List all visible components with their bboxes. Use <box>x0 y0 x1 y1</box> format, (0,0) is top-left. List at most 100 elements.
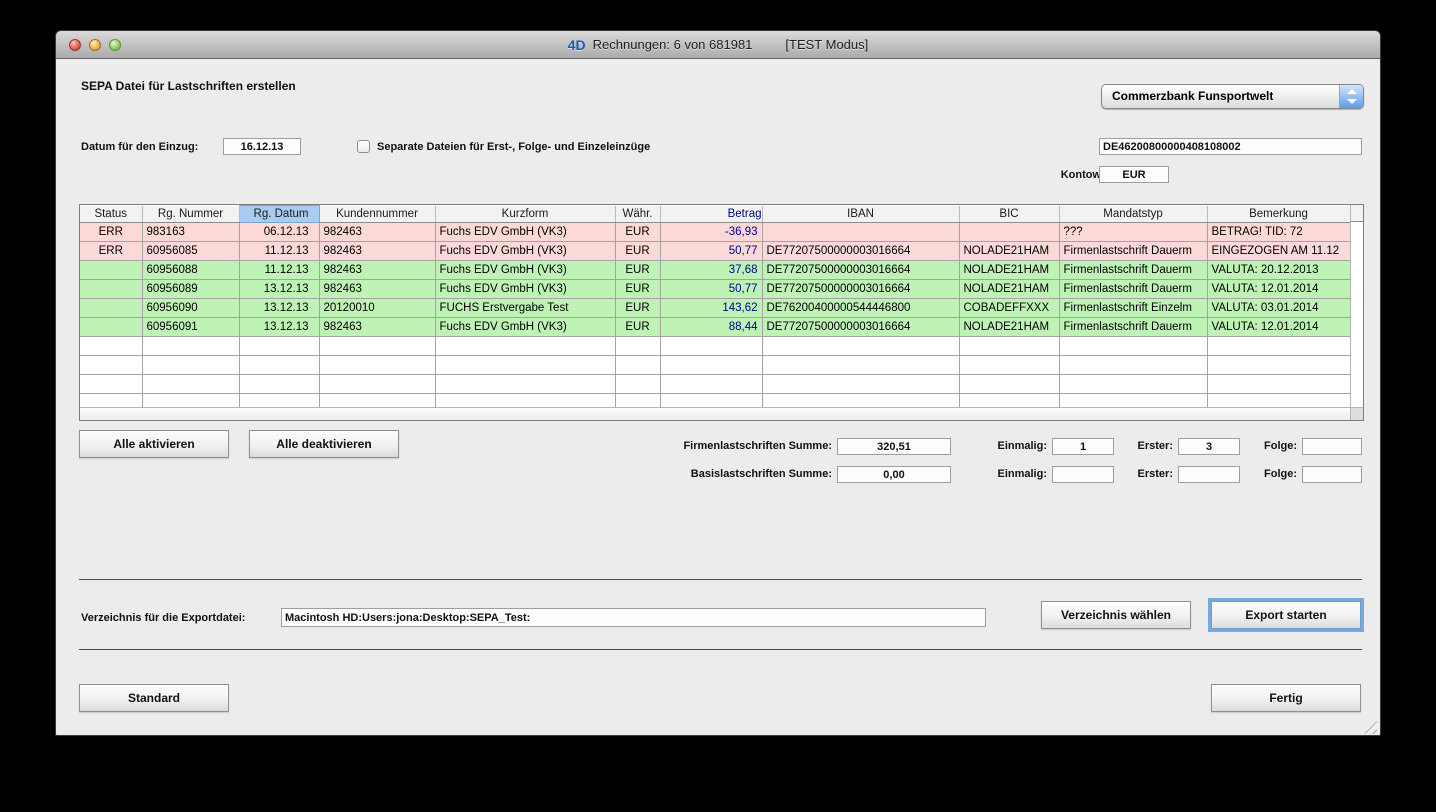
table-row[interactable]: 6095609113.12.13982463Fuchs EDV GmbH (VK… <box>80 318 1350 337</box>
einmalig-value-1[interactable] <box>1052 438 1114 455</box>
table-row[interactable]: 6095608811.12.13982463Fuchs EDV GmbH (VK… <box>80 261 1350 280</box>
table-row-empty[interactable] <box>80 337 1350 356</box>
table-row-empty[interactable] <box>80 375 1350 394</box>
choose-directory-button[interactable]: Verzeichnis wählen <box>1041 601 1191 629</box>
column-header[interactable]: Status <box>80 206 142 223</box>
cell-mandatstyp[interactable]: Firmenlastschrift Dauerm <box>1059 242 1207 261</box>
cell-betrag[interactable]: 143,62 <box>660 299 762 318</box>
cell-rg_nummer[interactable]: 60956085 <box>142 242 239 261</box>
cell-rg_nummer[interactable]: 60956091 <box>142 318 239 337</box>
cell-rg_nummer[interactable]: 60956088 <box>142 261 239 280</box>
cell-status[interactable] <box>80 261 142 280</box>
vertical-scrollbar[interactable] <box>1350 222 1363 407</box>
column-header[interactable]: Rg. Datum <box>239 206 319 223</box>
column-header[interactable]: Währ. <box>615 206 660 223</box>
titlebar[interactable]: 4D Rechnungen: 6 von 681981 [TEST Modus] <box>56 31 1380 59</box>
cell-rg_datum[interactable]: 06.12.13 <box>239 223 319 242</box>
cell-kundennummer[interactable]: 982463 <box>319 280 435 299</box>
erster-value-2[interactable] <box>1178 466 1240 483</box>
cell-kurzform[interactable]: Fuchs EDV GmbH (VK3) <box>435 261 615 280</box>
cell-iban[interactable]: DE77207500000003016664 <box>762 280 959 299</box>
cell-waehr[interactable]: EUR <box>615 261 660 280</box>
cell-mandatstyp[interactable]: Firmenlastschrift Dauerm <box>1059 318 1207 337</box>
zoom-button-icon[interactable] <box>109 39 121 51</box>
separate-files-checkbox[interactable] <box>357 140 370 153</box>
column-header[interactable]: BIC <box>959 206 1059 223</box>
cell-rg_datum[interactable]: 11.12.13 <box>239 261 319 280</box>
kontowaehrung-input[interactable] <box>1099 166 1169 183</box>
cell-iban[interactable]: DE76200400000544446800 <box>762 299 959 318</box>
cell-kundennummer[interactable]: 982463 <box>319 223 435 242</box>
fertig-button[interactable]: Fertig <box>1211 684 1361 712</box>
folge-value-1[interactable] <box>1302 438 1362 455</box>
cell-mandatstyp[interactable]: Firmenlastschrift Dauerm <box>1059 280 1207 299</box>
cell-rg_datum[interactable]: 13.12.13 <box>239 299 319 318</box>
cell-waehr[interactable]: EUR <box>615 318 660 337</box>
activate-all-button[interactable]: Alle aktivieren <box>79 430 229 458</box>
horizontal-scrollbar[interactable] <box>80 407 1350 420</box>
cell-kundennummer[interactable]: 982463 <box>319 242 435 261</box>
cell-mandatstyp[interactable]: Firmenlastschrift Einzelm <box>1059 299 1207 318</box>
column-header[interactable]: IBAN <box>762 206 959 223</box>
cell-bemerkung[interactable]: VALUTA: 12.01.2014 <box>1207 280 1350 299</box>
cell-bic[interactable]: NOLADE21HAM <box>959 318 1059 337</box>
cell-mandatstyp[interactable]: Firmenlastschrift Dauerm <box>1059 261 1207 280</box>
cell-waehr[interactable]: EUR <box>615 280 660 299</box>
table-row-empty[interactable] <box>80 394 1350 408</box>
cell-status[interactable] <box>80 299 142 318</box>
standard-button[interactable]: Standard <box>79 684 229 712</box>
konto-select[interactable]: Commerzbank Funsportwelt <box>1101 84 1364 109</box>
cell-betrag[interactable]: 88,44 <box>660 318 762 337</box>
cell-bic[interactable]: NOLADE21HAM <box>959 242 1059 261</box>
cell-kurzform[interactable]: Fuchs EDV GmbH (VK3) <box>435 318 615 337</box>
cell-kurzform[interactable]: Fuchs EDV GmbH (VK3) <box>435 223 615 242</box>
cell-rg_nummer[interactable]: 60956089 <box>142 280 239 299</box>
cell-kundennummer[interactable]: 20120010 <box>319 299 435 318</box>
cell-iban[interactable] <box>762 223 959 242</box>
iban-input[interactable] <box>1099 138 1362 155</box>
cell-bemerkung[interactable]: BETRAG! TID: 72 <box>1207 223 1350 242</box>
cell-kundennummer[interactable]: 982463 <box>319 318 435 337</box>
cell-status[interactable]: ERR <box>80 223 142 242</box>
cell-betrag[interactable]: -36,93 <box>660 223 762 242</box>
cell-bemerkung[interactable]: VALUTA: 03.01.2014 <box>1207 299 1350 318</box>
cell-kurzform[interactable]: FUCHS Erstvergabe Test <box>435 299 615 318</box>
cell-status[interactable] <box>80 318 142 337</box>
folge-value-2[interactable] <box>1302 466 1362 483</box>
cell-iban[interactable]: DE77207500000003016664 <box>762 318 959 337</box>
cell-kundennummer[interactable]: 982463 <box>319 261 435 280</box>
column-header[interactable]: Betrag <box>660 206 762 223</box>
cell-bemerkung[interactable]: EINGEZOGEN AM 11.12 <box>1207 242 1350 261</box>
cell-betrag[interactable]: 50,77 <box>660 280 762 299</box>
column-header[interactable]: Bemerkung <box>1207 206 1350 223</box>
table-row[interactable]: ERR6095608511.12.13982463Fuchs EDV GmbH … <box>80 242 1350 261</box>
column-header[interactable]: Kurzform <box>435 206 615 223</box>
cell-rg_nummer[interactable]: 983163 <box>142 223 239 242</box>
cell-bemerkung[interactable]: VALUTA: 20.12.2013 <box>1207 261 1350 280</box>
cell-iban[interactable]: DE77207500000003016664 <box>762 261 959 280</box>
cell-rg_nummer[interactable]: 60956090 <box>142 299 239 318</box>
resize-grip[interactable] <box>1364 721 1377 734</box>
cell-bemerkung[interactable]: VALUTA: 12.01.2014 <box>1207 318 1350 337</box>
einmalig-value-2[interactable] <box>1052 466 1114 483</box>
column-header[interactable]: Kundennummer <box>319 206 435 223</box>
table-row-empty[interactable] <box>80 356 1350 375</box>
firmenlastschriften-summe-value[interactable] <box>837 438 951 455</box>
deactivate-all-button[interactable]: Alle deaktivieren <box>249 430 399 458</box>
cell-status[interactable] <box>80 280 142 299</box>
erster-value-1[interactable] <box>1178 438 1240 455</box>
close-button-icon[interactable] <box>69 39 81 51</box>
cell-status[interactable]: ERR <box>80 242 142 261</box>
export-start-button[interactable]: Export starten <box>1211 601 1361 629</box>
table-row[interactable]: 6095609013.12.1320120010FUCHS Erstvergab… <box>80 299 1350 318</box>
cell-bic[interactable] <box>959 223 1059 242</box>
cell-kurzform[interactable]: Fuchs EDV GmbH (VK3) <box>435 242 615 261</box>
cell-waehr[interactable]: EUR <box>615 223 660 242</box>
cell-rg_datum[interactable]: 13.12.13 <box>239 280 319 299</box>
cell-mandatstyp[interactable]: ??? <box>1059 223 1207 242</box>
cell-bic[interactable]: COBADEFFXXX <box>959 299 1059 318</box>
basislastschriften-summe-value[interactable] <box>837 466 951 483</box>
table-row[interactable]: ERR98316306.12.13982463Fuchs EDV GmbH (V… <box>80 223 1350 242</box>
cell-bic[interactable]: NOLADE21HAM <box>959 280 1059 299</box>
datum-input[interactable] <box>223 138 301 155</box>
